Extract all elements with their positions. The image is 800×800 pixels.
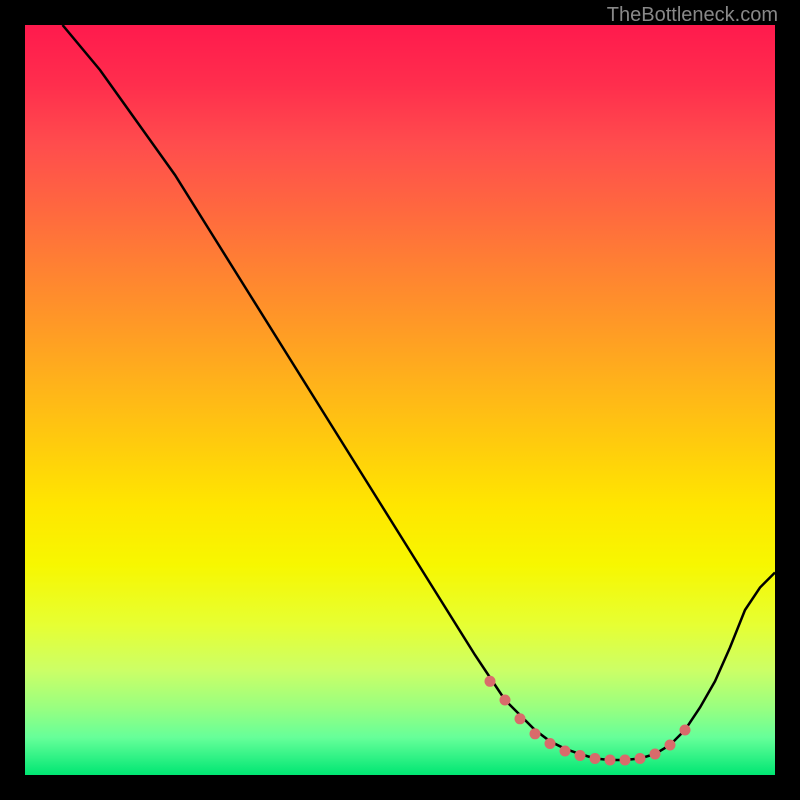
watermark-text: TheBottleneck.com bbox=[607, 4, 778, 27]
plot-background bbox=[25, 25, 775, 775]
chart-container: TheBottleneck.com bbox=[0, 0, 800, 800]
